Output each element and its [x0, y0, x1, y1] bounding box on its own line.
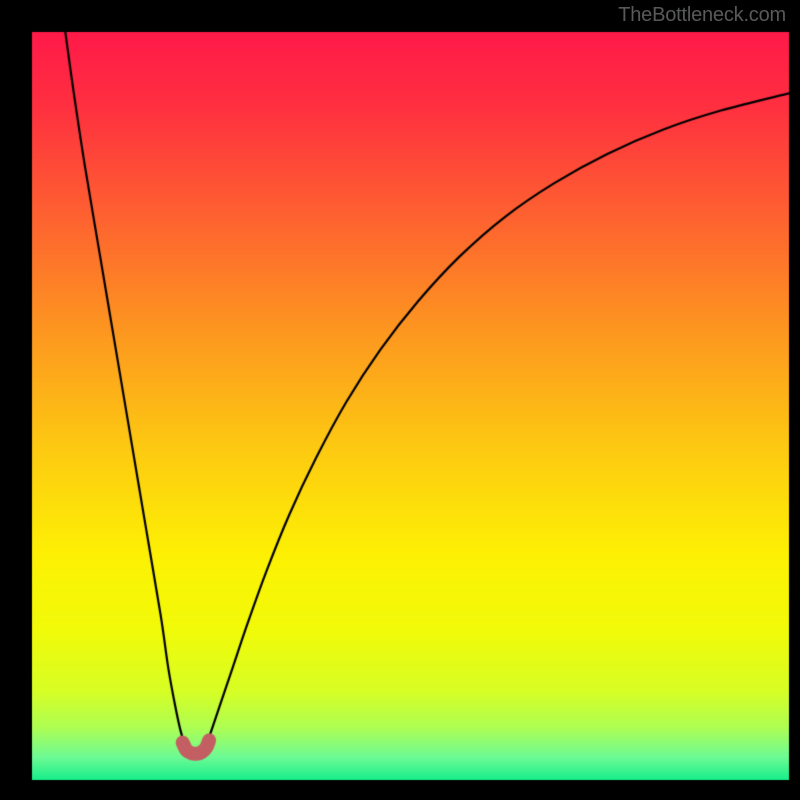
- bottleneck-chart-canvas: [0, 0, 800, 800]
- attribution-text: TheBottleneck.com: [618, 4, 786, 27]
- chart-stage: TheBottleneck.com: [0, 0, 800, 800]
